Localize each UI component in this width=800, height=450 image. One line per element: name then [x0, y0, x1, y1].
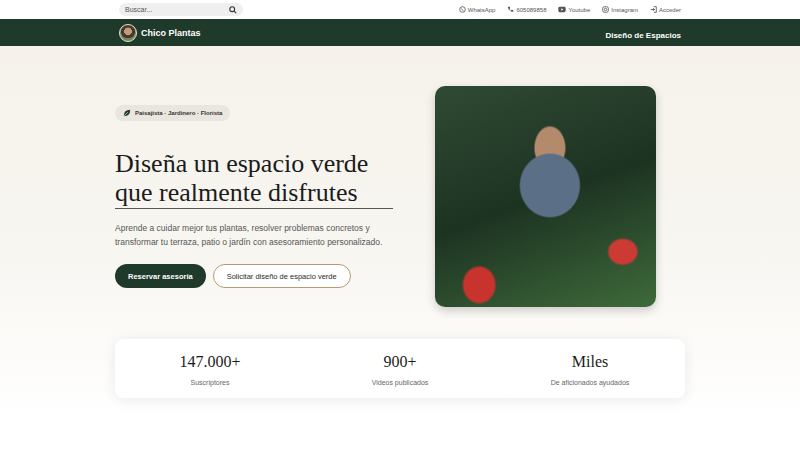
hero-content: Paisajista · Jardinero · Florista Diseña …: [115, 105, 415, 288]
whatsapp-icon: [459, 6, 466, 13]
stat-item: 147.000+ Suscriptores: [115, 353, 305, 386]
nav-links: Diseño de Espacios: [605, 24, 681, 42]
top-link[interactable]: 605089858: [507, 6, 546, 13]
stat-item: 900+ Videos publicados: [305, 353, 495, 386]
stat-label: Suscriptores: [191, 379, 230, 386]
stat-value: 900+: [383, 353, 416, 371]
stat-value: Miles: [572, 353, 608, 371]
nav-link[interactable]: Diseño de Espacios: [605, 31, 681, 40]
reserve-button[interactable]: Reservar asesoría: [115, 264, 206, 288]
login-icon: [650, 6, 657, 13]
hero-photo: [435, 86, 656, 307]
phone-icon: [507, 6, 514, 13]
stat-item: Miles De aficionados ayudados: [495, 353, 685, 386]
hero: Paisajista · Jardinero · Florista Diseña …: [0, 46, 800, 307]
top-bar: Buscar... WhatsApp 605089858 Youtube Instagr…: [0, 0, 800, 19]
top-links: WhatsApp 605089858 Youtube Instagram Acceder: [459, 6, 681, 13]
hero-title-line: que realmente disfrutes: [115, 178, 393, 207]
youtube-icon: [558, 6, 566, 13]
hero-title: Diseña un espacio verdeque realmente dis…: [115, 149, 393, 209]
top-link[interactable]: Instagram: [602, 6, 638, 13]
hero-badge: Paisajista · Jardinero · Florista: [115, 105, 230, 121]
instagram-icon: [602, 6, 609, 13]
top-link[interactable]: WhatsApp: [459, 6, 496, 13]
stat-value: 147.000+: [179, 353, 240, 371]
top-link[interactable]: Youtube: [558, 6, 590, 13]
top-link-label: Youtube: [568, 7, 590, 13]
hero-title-line: Diseña un espacio verde: [115, 149, 393, 178]
top-link-label: WhatsApp: [468, 7, 496, 13]
search-field[interactable]: Buscar...: [119, 3, 243, 16]
top-link-label: 605089858: [516, 7, 546, 13]
page: Buscar... WhatsApp 605089858 Youtube Instagr…: [0, 0, 800, 450]
search-icon[interactable]: [229, 6, 237, 14]
stat-label: Videos publicados: [372, 379, 429, 386]
hero-buttons: Reservar asesoría Solicitar diseño de esp…: [115, 264, 351, 288]
top-link-label: Instagram: [611, 7, 638, 13]
hero-description: Aprende a cuidar mejor tus plantas, reso…: [115, 221, 405, 249]
top-link[interactable]: Acceder: [650, 6, 681, 13]
brand-avatar-icon: [119, 24, 137, 42]
badge-text: Paisajista · Jardinero · Florista: [135, 110, 222, 116]
top-link-label: Acceder: [659, 7, 681, 13]
stat-label: De aficionados ayudados: [551, 379, 630, 386]
nav-bar: Chico Plantas Diseño de Espacios: [0, 19, 800, 46]
brand[interactable]: Chico Plantas: [119, 24, 201, 42]
design-request-button[interactable]: Solicitar diseño de espacio verde: [213, 264, 351, 288]
search-placeholder: Buscar...: [125, 6, 152, 13]
stats-card: 147.000+ Suscriptores 900+ Videos publicado…: [115, 339, 685, 398]
brand-name: Chico Plantas: [141, 28, 201, 38]
leaf-icon: [123, 109, 131, 117]
